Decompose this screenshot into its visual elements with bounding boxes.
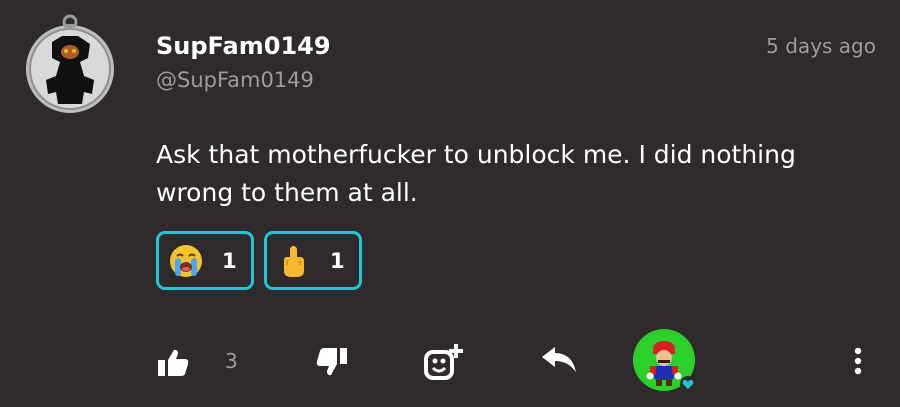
- post-timestamp: 5 days ago: [766, 34, 876, 58]
- more-vertical-icon: [854, 347, 862, 375]
- middle-finger-emoji-icon: [276, 243, 312, 279]
- reply-icon: [542, 347, 576, 372]
- creator-badge-avatar[interactable]: [632, 328, 698, 394]
- reaction-middle-finger[interactable]: 1: [264, 231, 362, 290]
- comment-card: SupFam0149 @SupFam0149 5 days ago Ask th…: [0, 0, 900, 407]
- thumbs-up-icon: [158, 349, 189, 376]
- action-bar: 3: [0, 326, 900, 396]
- author-avatar[interactable]: [22, 14, 118, 114]
- add-reaction-icon: [424, 344, 463, 380]
- like-count: 3: [225, 349, 238, 373]
- comment-text: Ask that motherfucker to unblock me. I d…: [156, 140, 796, 207]
- add-reaction-button[interactable]: [423, 343, 465, 383]
- dislike-button[interactable]: [315, 346, 349, 378]
- reply-button[interactable]: [540, 346, 578, 374]
- reaction-count: 1: [330, 248, 345, 273]
- more-options-button[interactable]: [850, 346, 866, 378]
- thumbs-down-icon: [316, 348, 347, 376]
- reaction-list: 1 1: [156, 231, 362, 290]
- like-button[interactable]: [156, 348, 190, 378]
- reaction-count: 1: [222, 248, 237, 273]
- author-handle[interactable]: @SupFam0149: [156, 68, 314, 92]
- crying-face-emoji-icon: [168, 243, 204, 279]
- author-display-name[interactable]: SupFam0149: [156, 32, 331, 60]
- reaction-crying[interactable]: 1: [156, 231, 254, 290]
